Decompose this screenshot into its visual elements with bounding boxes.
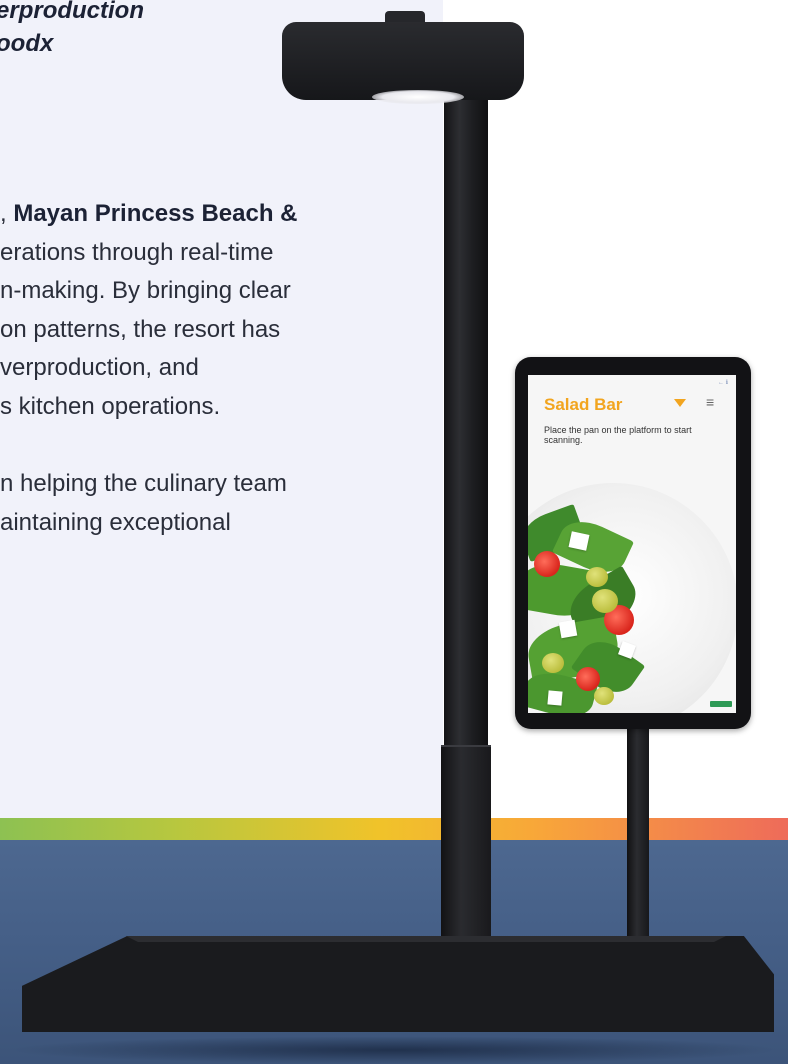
- olive-image: [592, 589, 618, 613]
- paragraph-1-line-4: on patterns, the resort has: [0, 315, 281, 343]
- tomato-image: [534, 551, 560, 577]
- paragraph-1-line-5: verproduction, and: [0, 354, 199, 381]
- olive-image: [594, 687, 614, 705]
- camera-lamp-head: [282, 22, 524, 100]
- tablet-stand-pole: [627, 725, 649, 940]
- scale-platform-base: [22, 936, 774, 1032]
- lamp-light-glow: [372, 90, 464, 104]
- paragraph-1-line-2: erations through real-time: [0, 238, 274, 266]
- paragraph-2-line-2: aintaining exceptional: [0, 508, 231, 536]
- feta-cube-image: [547, 690, 563, 706]
- title-line-1: erproduction: [0, 0, 144, 24]
- feta-cube-image: [568, 531, 590, 551]
- resort-name: Mayan Princess Beach &: [13, 200, 298, 227]
- paragraph-1-line-1: , Mayan Princess Beach &: [0, 195, 440, 234]
- olive-image: [586, 567, 608, 587]
- title-line-2: oodx: [0, 30, 54, 57]
- scan-instruction: Place the pan on the platform to start s…: [544, 425, 692, 445]
- tomato-image: [576, 667, 600, 691]
- paragraph-1-line-6: s kitchen operations.: [0, 392, 221, 420]
- start-scan-button[interactable]: [710, 701, 732, 707]
- line-prefix: ,: [0, 200, 14, 227]
- feta-cube-image: [558, 619, 578, 639]
- olive-image: [542, 653, 564, 673]
- device-shadow: [6, 1036, 782, 1064]
- paragraph-2-line-1: n helping the culinary team: [0, 470, 287, 497]
- tablet-screen: ← ℹ Salad Bar ≡ Place the pan on the pla…: [528, 375, 736, 713]
- article-title: erproduction oodx: [0, 0, 296, 60]
- station-title: Salad Bar: [544, 395, 623, 414]
- status-icons: ← ℹ: [718, 380, 728, 386]
- hamburger-menu-icon[interactable]: ≡: [706, 395, 714, 409]
- rainbow-divider-stripe: [0, 818, 788, 840]
- scale-platform-top-edge: [126, 936, 726, 942]
- marketing-page: erproduction oodx , Mayan Princess Beach…: [0, 0, 788, 1064]
- lamp-pole-collar: [441, 745, 491, 942]
- paragraph-1-line-3: n-making. By bringing clear: [0, 277, 291, 304]
- article-body: , Mayan Princess Beach & erations throug…: [0, 195, 440, 542]
- caret-down-icon[interactable]: [674, 399, 686, 407]
